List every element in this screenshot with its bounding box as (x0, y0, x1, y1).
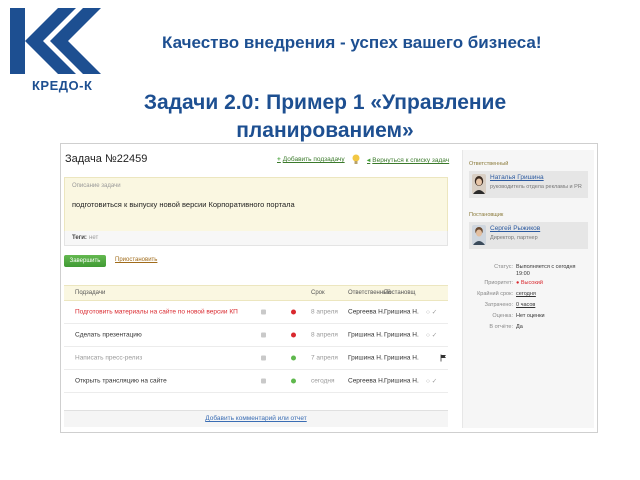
flag-icon[interactable] (440, 354, 447, 362)
slogan: Качество внедрения - успех вашего бизнес… (162, 33, 542, 52)
document-icon (261, 378, 266, 384)
postpone-link[interactable]: Приостановить (115, 257, 157, 263)
document-icon (261, 332, 266, 338)
task-property: В отчёте: Да (463, 324, 595, 334)
status-dot-icon (291, 355, 296, 361)
tags-box: Теги: нет (64, 231, 448, 246)
document-icon (261, 309, 266, 315)
task-sidebar: Ответственный Наталья Гришина руководите… (462, 150, 594, 428)
subtask-deadline: 8 апреля (311, 331, 338, 339)
check-icon[interactable]: ○ ✓ (426, 377, 437, 385)
subtasks-body: Подготовить материалы на сайте по новой … (64, 301, 448, 393)
check-icon[interactable]: ○ ✓ (426, 308, 437, 316)
document-icon (261, 355, 266, 361)
status-dot-icon (291, 309, 296, 315)
subtasks-table: Подзадачи Срок Ответственный Постановщ П… (64, 285, 448, 393)
task-property: Крайний срок: сегодня (463, 291, 595, 301)
header-setter: Постановщ (384, 290, 416, 296)
lightbulb-icon[interactable] (352, 154, 360, 165)
tags-label: Теги: (72, 235, 87, 241)
responsible-label: Ответственный (469, 161, 509, 167)
responsible-name[interactable]: Наталья Гришина (490, 174, 544, 181)
task-screenshot: Задача №22459 + Добавить подзадачу ◂ Верну… (60, 143, 598, 433)
setter-name[interactable]: Сергей Рыжиков (490, 225, 540, 232)
responsible-role: руководитель отдела рекламы и PR (490, 184, 582, 190)
description-box: Описание задачи подготовиться к выпуску … (64, 177, 448, 237)
tags-value: нет (89, 235, 99, 241)
subtask-name[interactable]: Написать пресс-релиз (75, 355, 142, 362)
setter-label: Постановщик (469, 212, 504, 218)
add-subtask-link[interactable]: + Добавить подзадачу (277, 156, 345, 163)
responsible-card[interactable]: Наталья Гришина руководитель отдела рекл… (469, 171, 588, 198)
subtask-responsible[interactable]: Сергеева Н. (348, 378, 385, 385)
setter-card[interactable]: Сергей Рыжиков Директор, партнер (469, 222, 588, 249)
task-property: Приоритет: ● Высокий (463, 280, 595, 290)
table-row[interactable]: Подготовить материалы на сайте по новой … (64, 301, 448, 324)
property-label: Оценка: (492, 313, 513, 319)
add-comment-link[interactable]: Добавить комментарий или отчет (64, 415, 448, 422)
subtask-setter[interactable]: Гришина Н. (384, 309, 419, 316)
subtask-setter[interactable]: Гришина Н. (384, 355, 419, 362)
property-value[interactable]: 0 часов (516, 302, 535, 309)
property-label: Крайний срок: (477, 291, 513, 297)
subtask-responsible[interactable]: Гришина Н. (348, 332, 383, 339)
property-label: Статус: (494, 264, 513, 270)
avatar (472, 225, 486, 245)
property-value: ● Высокий (516, 280, 543, 286)
property-value[interactable]: сегодня (516, 291, 536, 298)
header-subtasks: Подзадачи (75, 290, 106, 296)
subtask-setter[interactable]: Гришина Н. (384, 332, 419, 339)
logo-text: КРЕДО-К (32, 78, 93, 93)
back-to-list-link[interactable]: ◂ Вернуться к списку задач (367, 156, 449, 164)
company-logo: КРЕДО-К (8, 6, 106, 96)
check-icon[interactable]: ○ ✓ (426, 331, 437, 339)
setter-role: Директор, партнер (490, 235, 538, 241)
task-title: Задача №22459 (65, 153, 148, 165)
header-deadline: Срок (311, 290, 325, 296)
subtask-responsible[interactable]: Гришина Н. (348, 355, 383, 362)
description-text: подготовиться к выпуску новой версии Кор… (72, 200, 295, 209)
comment-bar: Добавить комментарий или отчет (64, 410, 448, 427)
subtask-deadline: 7 апреля (311, 354, 338, 362)
property-label: Приоритет: (484, 280, 513, 286)
property-value: Выполняется с сегодня 19:00 (516, 264, 576, 277)
task-property: Затрачено: 0 часов (463, 302, 595, 312)
subtask-responsible[interactable]: Сергеева Н. (348, 309, 385, 316)
task-property: Статус: Выполняется с сегодня 19:00 (463, 264, 595, 277)
property-label: Затрачено: (484, 302, 513, 308)
table-row[interactable]: Открыть трансляцию на сайте сегодня Сергее… (64, 370, 448, 393)
plus-icon: + (277, 156, 281, 163)
task-header: Задача №22459 + Добавить подзадачу ◂ Верну… (65, 153, 451, 167)
subtasks-header: Подзадачи Срок Ответственный Постановщ (64, 285, 448, 301)
kredo-k-logo-mark (10, 8, 101, 74)
subtask-deadline: 8 апреля (311, 308, 338, 316)
finish-button[interactable]: Завершить (64, 255, 106, 267)
arrow-left-icon: ◂ (367, 157, 371, 164)
avatar (472, 174, 486, 194)
subtask-setter[interactable]: Гришина Н. (384, 378, 419, 385)
task-property: Оценка: Нет оценки (463, 313, 595, 323)
subtask-deadline: сегодня (311, 377, 335, 385)
description-label: Описание задачи (72, 183, 121, 189)
table-row[interactable]: Сделать презентацию 8 апреля Гришина Н. Гри… (64, 324, 448, 347)
status-dot-icon (291, 378, 296, 384)
subtask-name[interactable]: Открыть трансляцию на сайте (75, 378, 167, 385)
table-row[interactable]: Написать пресс-релиз 7 апреля Гришина Н. Гр… (64, 347, 448, 370)
property-label: В отчёте: (489, 324, 513, 330)
property-value: Да (516, 324, 523, 330)
status-dot-icon (291, 332, 296, 338)
subtask-name[interactable]: Сделать презентацию (75, 332, 142, 339)
subtask-name[interactable]: Подготовить материалы на сайте по новой … (75, 309, 238, 316)
property-value: Нет оценки (516, 313, 545, 319)
slide-title: Задачи 2.0: Пример 1 «Управление планиро… (143, 91, 507, 142)
